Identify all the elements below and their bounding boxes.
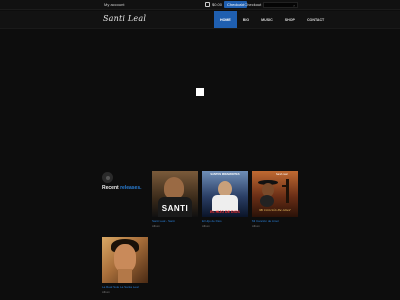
release-card[interactable]: SANTOS MIRAMONTES EL HIJO DE DIOS El Hij…: [202, 171, 248, 228]
checkout-label: Checkout: [244, 2, 262, 7]
nav-home[interactable]: HOME: [214, 11, 237, 28]
cover-text: EL HIJO DE DIOS: [210, 210, 240, 214]
section-title: Recent releases.: [102, 185, 142, 191]
search-icon[interactable]: ›: [291, 3, 297, 8]
release-meta: Album: [252, 224, 260, 228]
album-cover[interactable]: SANTOS MIRAMONTES EL HIJO DE DIOS: [202, 171, 248, 217]
album-cover[interactable]: SANTI: [152, 171, 198, 217]
release-meta: Album: [102, 290, 110, 294]
release-meta: Album: [202, 224, 210, 228]
release-card[interactable]: La Real Sole La Santa Leal Album: [102, 237, 148, 294]
cover-top-text: Santi Leal: [276, 173, 288, 176]
nav-contact[interactable]: CONTACT: [301, 11, 330, 28]
release-title[interactable]: Mi Canción de Amor: [252, 219, 298, 223]
release-title[interactable]: Santi Leal - Santi: [152, 219, 198, 223]
nav-music[interactable]: MUSIC: [255, 11, 279, 28]
slider-loading-indicator: [196, 88, 204, 96]
cover-top-text: SANTOS MIRAMONTES: [210, 173, 240, 176]
cover-text: Mi Canción De Amor: [259, 208, 291, 212]
checkout-link[interactable]: ✓ Checkout: [239, 2, 261, 7]
release-title[interactable]: El Hijo de Dios: [202, 219, 248, 223]
release-meta: Album: [152, 224, 160, 228]
cart-total: $0.00: [212, 2, 223, 7]
cover-text: SANTI: [161, 204, 189, 213]
release-card[interactable]: Santi Leal Mi Canción De Amor Mi Canción…: [252, 171, 298, 228]
my-account-link[interactable]: My account: [104, 2, 124, 7]
search-input[interactable]: ›: [263, 2, 298, 8]
top-bar: My account $0.00 Checkout ✓ Checkout ›: [0, 0, 400, 10]
album-cover[interactable]: [102, 237, 148, 283]
release-card[interactable]: SANTI Santi Leal - Santi Album: [152, 171, 198, 228]
main-nav: HOME BIO MUSIC SHOP CONTACT: [214, 11, 330, 28]
site-header: Santi Leal HOME BIO MUSIC SHOP CONTACT: [0, 11, 400, 29]
disc-icon: [102, 172, 113, 183]
checkmark-icon: ✓: [239, 2, 243, 7]
nav-shop[interactable]: SHOP: [279, 11, 301, 28]
section-title-accent: releases.: [120, 185, 142, 191]
site-logo[interactable]: Santi Leal: [103, 14, 146, 23]
section-title-main: Recent: [102, 185, 119, 191]
album-cover[interactable]: Santi Leal Mi Canción De Amor: [252, 171, 298, 217]
release-title[interactable]: La Real Sole La Santa Leal: [102, 285, 148, 289]
nav-bio[interactable]: BIO: [237, 11, 255, 28]
cart-icon: [205, 2, 210, 7]
